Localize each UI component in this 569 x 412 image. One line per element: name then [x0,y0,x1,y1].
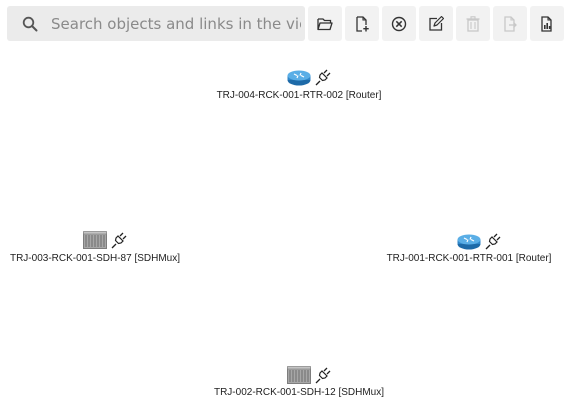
file-export-icon [504,15,517,32]
search-icon[interactable] [13,6,47,41]
file-chart-icon [541,15,552,32]
plug-icon [315,367,331,384]
plug-icon [111,232,127,249]
new-file-button[interactable] [345,6,379,41]
node-label: TRJ-002-RCK-001-SDH-12 [SDHMux] [213,387,385,398]
toolbar [0,0,569,46]
export-button[interactable] [493,6,527,41]
folder-open-icon [317,17,333,30]
file-plus-icon [356,15,369,32]
sdh-mux-icon [83,231,107,249]
router-icon [457,234,481,250]
node-label: TRJ-003-RCK-001-SDH-87 [SDHMux] [9,253,181,264]
search-box [7,6,305,41]
plug-icon [315,69,331,86]
delete-button[interactable] [456,6,490,41]
search-input[interactable] [47,8,301,39]
edit-icon [429,15,444,31]
open-folder-button[interactable] [308,6,342,41]
topology-canvas[interactable]: TRJ-004-RCK-001-RTR-002 [Router] TRJ-003… [0,46,569,412]
sdh-mux-icon [287,366,311,384]
close-circle-icon [391,16,407,31]
remove-button[interactable] [382,6,416,41]
router-icon [287,70,311,86]
node-label: TRJ-004-RCK-001-RTR-002 [Router] [216,90,382,101]
plug-icon [485,233,501,250]
edit-button[interactable] [419,6,453,41]
node-label: TRJ-001-RCK-001-RTR-001 [Router] [386,253,552,264]
trash-icon [466,15,480,32]
report-button[interactable] [530,6,564,41]
